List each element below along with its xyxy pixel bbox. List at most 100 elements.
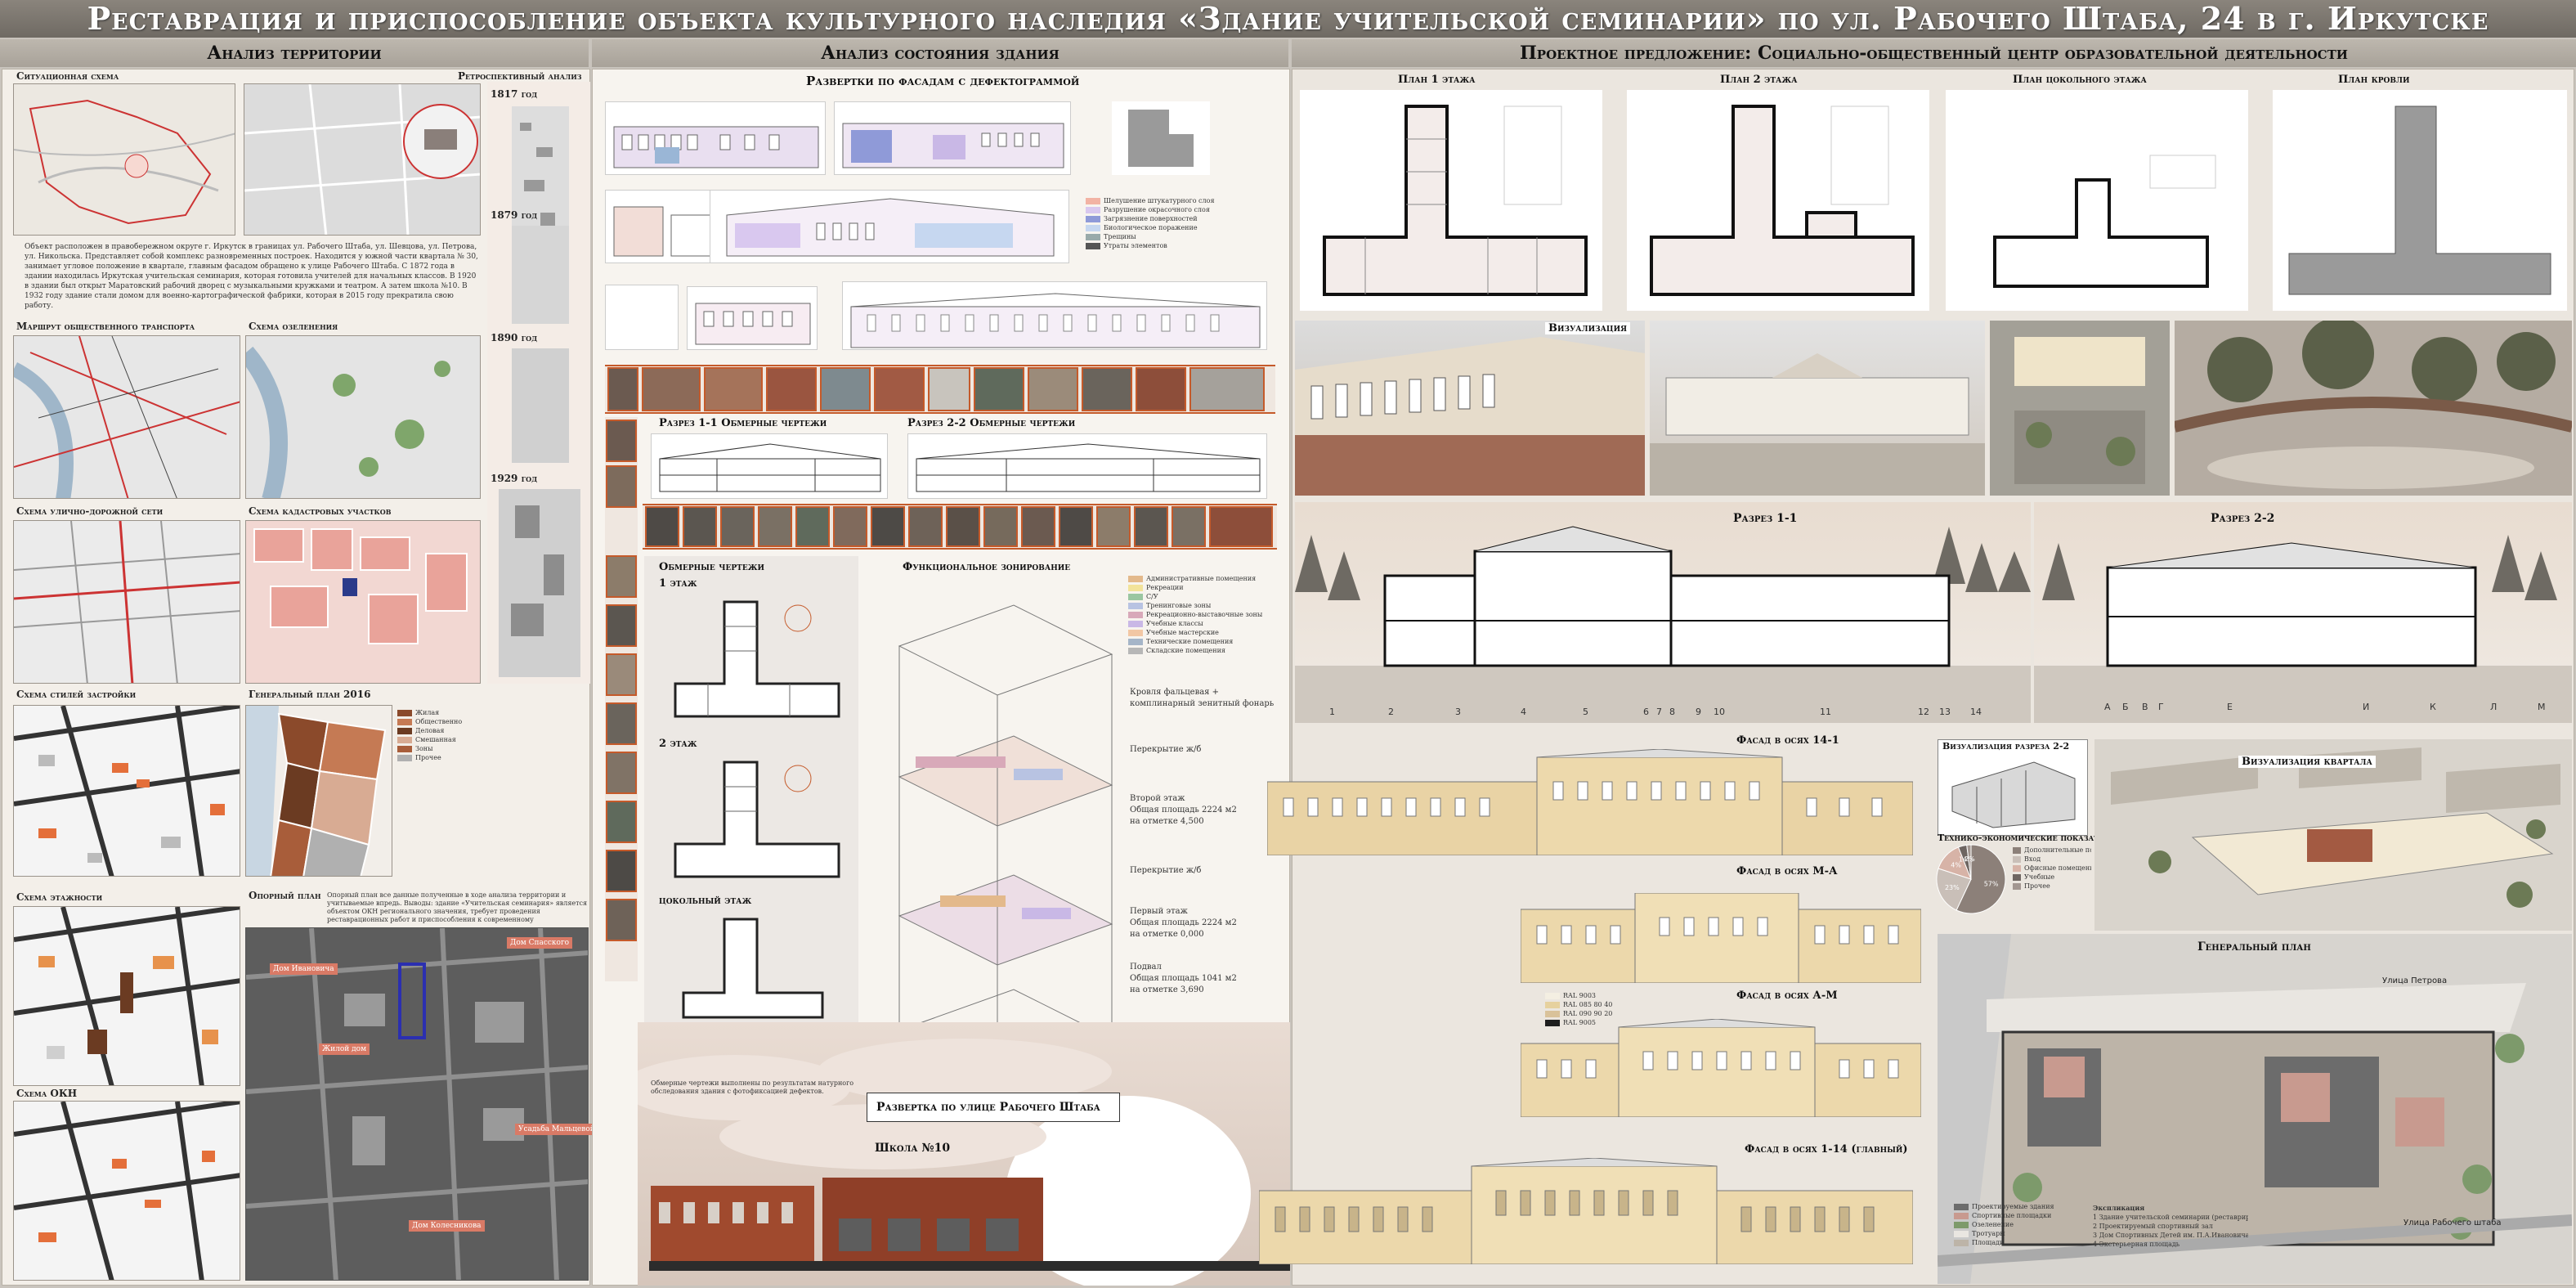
sec22-caption: Разрез 2-2 Обмерные чертежи: [907, 417, 1076, 429]
plan-roof-drawing: [2273, 90, 2567, 311]
retro-year-1817: 1817 год: [491, 88, 538, 100]
label-4: Усадьба Мальцевой: [515, 1124, 598, 1135]
tep-legend: Дополнительные помещения Вход Офисные по…: [2013, 846, 2091, 916]
viz-4: [2173, 317, 2574, 496]
cut22-caption: Разрез 2-2: [2211, 512, 2275, 525]
zoning-caption: Функциональное зонирование: [903, 561, 1071, 573]
sec11-caption: Разрез 1-1 Обмерные чертежи: [659, 417, 827, 429]
floor2-caption: 2 этаж: [659, 738, 697, 750]
cadastre-caption: Схема кадастровых участков: [249, 505, 392, 517]
basement-plan: [659, 911, 847, 1034]
pie-label-4: 2%: [1964, 855, 1975, 863]
plan2-drawing: [1627, 90, 1929, 311]
zoning-legend: Административные помещения Рекреации С/У…: [1128, 574, 1284, 664]
retro-caption: Ретроспективный анализ: [458, 70, 582, 82]
support-caption: Опорный план: [249, 890, 321, 901]
retro-year-1879: 1879 год: [491, 209, 538, 221]
genplan-legend: Жилая Общественно Деловая Смешанная Зоны…: [397, 708, 479, 872]
zoning-annotations: Кровля фальцевая + комплинарный зенитный…: [1130, 688, 1275, 994]
transport-map: [13, 335, 240, 499]
greenery-map: [245, 335, 481, 499]
label-1: Дом Спасского: [507, 937, 573, 949]
street-unfold-caption: Развертка по улице Рабочего Штаба: [876, 1101, 1100, 1114]
gen-legend: Проектируемые здания Спортивные площадки…: [1954, 1202, 2085, 1281]
genplan-map: [245, 705, 392, 877]
measured-notes: Обмерные чертежи выполнены по результата…: [651, 1079, 854, 1095]
label-5: Дом Колесникова: [409, 1220, 485, 1232]
cadastre-map: [245, 520, 481, 684]
retro-column: 1817 год 1879 год 1890 год 1929 год: [487, 82, 590, 684]
section-defect: [1112, 101, 1210, 175]
fac4-caption: Фасад в осях 1-14 (главный): [1745, 1143, 1908, 1156]
axes22-row: А Б В Г Е И К Л М: [2104, 702, 2546, 712]
aerial-map: [244, 83, 481, 236]
styles-map: [13, 705, 240, 877]
plan-basement-caption: План цокольного этажа: [2013, 74, 2147, 86]
street-petrova-label: Улица Петрова: [2382, 976, 2448, 985]
street-unfold-drawing: [651, 1169, 1264, 1268]
sec22-drawing: [907, 433, 1267, 499]
greenery-caption: Схема озеленения: [249, 321, 338, 332]
fac1-caption: Фасад в осях 14-1: [1736, 734, 1839, 747]
facade-defect-4: [710, 190, 1069, 263]
viz-1: [1295, 321, 1645, 496]
photo-strip-1: [605, 365, 1275, 414]
photo-column: [605, 417, 638, 981]
roads-map: [13, 520, 240, 684]
plan1-drawing: [1300, 90, 1602, 311]
zoning-axonometry: [867, 572, 1120, 1064]
floor1-plan: [659, 594, 847, 733]
plan1-caption: План 1 этажа: [1398, 74, 1476, 86]
viz-cut-caption: Визуализация разреза 2-2: [1942, 741, 2070, 752]
okn-caption: Схема ОКН: [16, 1088, 78, 1099]
section-middle-header: Анализ состояния здания: [592, 39, 1288, 67]
fac2-caption: Фасад в осях М-А: [1736, 865, 1838, 877]
tep-pie-svg: 57%23%4%14%2%: [1936, 844, 2006, 914]
viz-block: [2094, 739, 2572, 931]
facade-defect-7: [842, 281, 1267, 350]
viz-block-caption: Визуализация квартала: [2238, 756, 2376, 768]
floor1-caption: 1 этаж: [659, 577, 697, 590]
section-left-header: Анализ территории: [0, 39, 589, 67]
facade-defect-5: [605, 285, 679, 350]
facade-defect-6: [687, 286, 818, 350]
facade-14-1: [1266, 748, 1914, 856]
support-text: Опорный план все данные полученные в ход…: [327, 891, 588, 923]
situational-map: [13, 83, 235, 236]
styles-caption: Схема стилей застройки: [16, 689, 137, 700]
viz-cut-image: [1944, 754, 2081, 831]
retro-map-1929: [499, 489, 580, 677]
ground-line: [649, 1261, 1290, 1271]
facades-caption: Развертки по фасадам с дефектограммой: [806, 74, 1080, 88]
street-rsh-label: Улица Рабочего штаба: [2404, 1218, 2502, 1227]
basement-caption: цокольный этаж: [659, 895, 752, 907]
defect-legend: Шелушение штукатурного слоя Разрушение о…: [1086, 196, 1282, 262]
facade-main: [1258, 1157, 1914, 1265]
plan2-caption: План 2 этажа: [1720, 74, 1798, 86]
plan-roof-caption: План кровли: [2338, 74, 2410, 86]
floors-map: [13, 906, 240, 1086]
axes11-row: 1 2 3 4 5 6 7 8 9 10 11 12 13 14: [1329, 707, 1982, 717]
floor2-plan: [659, 754, 847, 893]
facade-defect-2: [834, 101, 1071, 175]
facade-defect-1: [605, 101, 826, 175]
viz-2: [1650, 321, 1985, 496]
fac3-caption: Фасад в осях А-М: [1736, 990, 1838, 1002]
site-description: Объект расположен в правобережном округе…: [25, 243, 478, 310]
roads-caption: Схема улично-дорожной сети: [16, 505, 164, 517]
retro-map-1879: [512, 226, 569, 324]
pie-label-0: 57%: [1984, 880, 1999, 887]
photo-strip-2: [643, 504, 1277, 550]
viz-caption: Визуализация: [1545, 322, 1631, 334]
facade-a-m: [1520, 1018, 1922, 1118]
plan-basement-drawing: [1946, 90, 2248, 311]
okn-map: [13, 1101, 240, 1281]
retro-year-1929: 1929 год: [491, 473, 538, 484]
label-2: Дом Ивановича: [270, 963, 338, 975]
facade-m-a: [1520, 892, 1922, 984]
viz-3: [1990, 321, 2170, 496]
measured-caption: Обмерные чертежи: [659, 561, 765, 573]
poster-title: Реставрация и приспособление объекта кул…: [0, 0, 2576, 38]
section-22: [2034, 502, 2572, 723]
section-11: [1295, 502, 2031, 723]
